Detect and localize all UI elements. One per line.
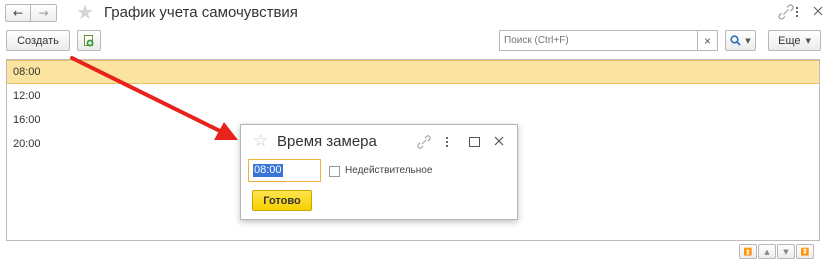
favorite-star-icon[interactable]: ☆ bbox=[253, 131, 268, 151]
measurement-time-dialog: ☆ Время замера 08:00 Недействительное Го… bbox=[240, 124, 518, 220]
time-input[interactable]: 08:00 bbox=[248, 159, 321, 182]
maximize-icon[interactable] bbox=[469, 137, 480, 147]
link-icon[interactable] bbox=[417, 135, 431, 149]
invalid-checkbox-label[interactable]: Недействительное bbox=[345, 164, 432, 178]
dialog-title: Время замера bbox=[277, 133, 377, 150]
time-input-value: 08:00 bbox=[253, 164, 283, 177]
more-actions-icon[interactable] bbox=[441, 136, 453, 148]
ok-button[interactable]: Готово bbox=[252, 190, 312, 211]
invalid-checkbox[interactable] bbox=[329, 166, 340, 177]
close-icon[interactable] bbox=[493, 135, 505, 147]
